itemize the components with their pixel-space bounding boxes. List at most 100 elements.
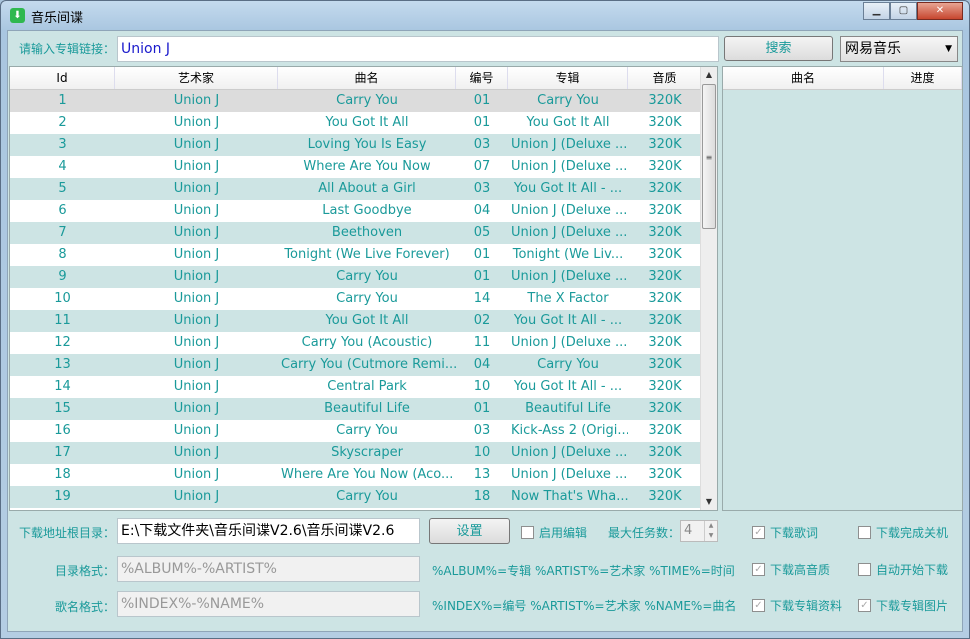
column-header-id[interactable]: Id — [10, 67, 115, 89]
table-row[interactable]: 10 Union J Carry You 14 The X Factor 320K — [10, 288, 717, 310]
option-checkbox[interactable]: ✓ 下载专辑图片 — [858, 597, 948, 614]
table-row[interactable]: 1 Union J Carry You 01 Carry You 320K — [10, 90, 717, 112]
stepper-up-icon[interactable]: ▲ — [704, 521, 717, 531]
name-format-hint: %INDEX%=编号 %ARTIST%=艺术家 %NAME%=曲名 — [432, 599, 737, 613]
cell-album: Union J (Deluxe ... — [511, 445, 628, 460]
cell-id: 19 — [54, 489, 71, 504]
cell-song: Tonight (We Live Forever) — [284, 247, 450, 262]
checkmark-icon[interactable]: ✓ — [858, 599, 871, 612]
option-checkbox[interactable]: ✓ 下载专辑资料 — [752, 597, 842, 614]
table-row[interactable]: 9 Union J Carry You 01 Union J (Deluxe ... 32… — [10, 266, 717, 288]
album-link-label: 请输入专辑链接： — [19, 42, 116, 56]
cell-artist: Union J — [173, 357, 220, 372]
cell-album: Now That's Wha... — [511, 489, 628, 504]
cell-artist: Union J — [173, 313, 220, 328]
column-header-quality[interactable]: 音质 — [628, 67, 702, 89]
cell-id: 17 — [54, 445, 71, 460]
table-row[interactable]: 3 Union J Loving You Is Easy 03 Union J (Del… — [10, 134, 717, 156]
enable-edit-label: 启用编辑 — [539, 526, 588, 540]
table-row[interactable]: 5 Union J All About a Girl 03 You Got It All… — [10, 178, 717, 200]
table-row[interactable]: 15 Union J Beautiful Life 01 Beautiful Life 3… — [10, 398, 717, 420]
cell-number: 01 — [473, 247, 491, 262]
column-header-artist[interactable]: 艺术家 — [115, 67, 278, 89]
cell-album: Union J (Deluxe ... — [511, 137, 628, 152]
cell-album: Carry You — [537, 357, 599, 372]
set-dir-button[interactable]: 设置 — [429, 518, 510, 544]
dir-input[interactable]: E:\下载文件夹\音乐间谍V2.6\音乐间谍V2.6 — [117, 518, 420, 544]
option-checkbox[interactable]: ✓ 下载高音质 — [752, 561, 830, 578]
album-link-input[interactable]: Union J — [117, 36, 719, 62]
dir-label: 下载地址根目录： — [19, 526, 116, 540]
table-row[interactable]: 16 Union J Carry You 03 Kick-Ass 2 (Origi...… — [10, 420, 717, 442]
cell-artist: Union J — [173, 379, 220, 394]
checkbox-box[interactable] — [858, 563, 871, 576]
name-format-input[interactable]: %INDEX%-%NAME% — [117, 591, 420, 617]
option-checkbox[interactable]: 自动开始下载 — [858, 561, 948, 578]
minimize-button[interactable]: ▁ — [863, 2, 890, 20]
cell-number: 01 — [473, 269, 491, 284]
max-tasks-stepper[interactable]: 4 ▲ ▼ — [680, 520, 718, 542]
cell-album: Union J (Deluxe ... — [511, 159, 628, 174]
cell-artist: Union J — [173, 467, 220, 482]
cell-number: 04 — [473, 203, 491, 218]
option-label: 下载高音质 — [770, 563, 831, 577]
column-header-number[interactable]: 编号 — [456, 67, 508, 89]
checkmark-icon[interactable]: ✓ — [752, 599, 765, 612]
table-row[interactable]: 7 Union J Beethoven 05 Union J (Deluxe ... 32… — [10, 222, 717, 244]
table-row[interactable]: 6 Union J Last Goodbye 04 Union J (Deluxe ..… — [10, 200, 717, 222]
table-row[interactable]: 19 Union J Carry You 18 Now That's Wha... 320… — [10, 486, 717, 508]
cell-artist: Union J — [173, 401, 220, 416]
table-row[interactable]: 4 Union J Where Are You Now 07 Union J (Delu… — [10, 156, 717, 178]
scroll-up-icon[interactable]: ▲ — [701, 67, 717, 83]
download-queue: 曲名 进度 — [722, 66, 963, 511]
cell-id: 14 — [54, 379, 71, 394]
source-select[interactable]: 网易音乐 ▼ — [840, 36, 958, 62]
table-row[interactable]: 14 Union J Central Park 10 You Got It All - … — [10, 376, 717, 398]
queue-header-name[interactable]: 曲名 — [723, 67, 884, 89]
table-row[interactable]: 18 Union J Where Are You Now (Aco... 13 Unio… — [10, 464, 717, 486]
cell-number: 01 — [473, 93, 491, 108]
column-header-song[interactable]: 曲名 — [278, 67, 456, 89]
option-checkbox[interactable]: ✓ 下载歌词 — [752, 524, 818, 541]
cell-song: Carry You — [336, 269, 398, 284]
checkbox-box[interactable] — [858, 526, 871, 539]
cell-song: Carry You — [336, 93, 398, 108]
stepper-down-icon[interactable]: ▼ — [704, 531, 717, 541]
checkbox-box[interactable] — [521, 526, 534, 539]
search-button[interactable]: 搜索 — [724, 36, 833, 61]
cell-song: All About a Girl — [318, 181, 416, 196]
cell-song: Central Park — [327, 379, 407, 394]
vertical-scrollbar[interactable]: ▲ ≡ ▼ — [700, 67, 717, 510]
column-header-album[interactable]: 专辑 — [508, 67, 628, 89]
table-row[interactable]: 13 Union J Carry You (Cutmore Remi... 04 Car… — [10, 354, 717, 376]
cell-album: The X Factor — [527, 291, 609, 306]
table-row[interactable]: 2 Union J You Got It All 01 You Got It All 32… — [10, 112, 717, 134]
cell-quality: 320K — [648, 423, 682, 438]
table-row[interactable]: 8 Union J Tonight (We Live Forever) 01 Tonig… — [10, 244, 717, 266]
cell-number: 10 — [473, 445, 491, 460]
cell-album: You Got It All - ... — [513, 379, 623, 394]
cell-song: You Got It All — [325, 313, 409, 328]
folder-format-input[interactable]: %ALBUM%-%ARTIST% — [117, 556, 420, 582]
cell-number: 01 — [473, 401, 491, 416]
cell-id: 12 — [54, 335, 71, 350]
checkmark-icon[interactable]: ✓ — [752, 526, 765, 539]
table-row[interactable]: 17 Union J Skyscraper 10 Union J (Deluxe ...… — [10, 442, 717, 464]
maximize-button[interactable]: ▢ — [890, 2, 917, 20]
table-row[interactable]: 11 Union J You Got It All 02 You Got It All … — [10, 310, 717, 332]
cell-album: Tonight (We Liv... — [512, 247, 624, 262]
option-label: 自动开始下载 — [876, 563, 949, 577]
cell-number: 04 — [473, 357, 491, 372]
cell-number: 07 — [473, 159, 491, 174]
scrollbar-thumb[interactable]: ≡ — [702, 84, 716, 229]
option-checkbox[interactable]: 下载完成关机 — [858, 524, 948, 541]
close-button[interactable]: ✕ — [917, 2, 963, 20]
cell-song: Carry You — [336, 489, 398, 504]
queue-header-progress[interactable]: 进度 — [884, 67, 962, 89]
enable-edit-checkbox[interactable]: 启用编辑 — [521, 524, 587, 541]
max-tasks-value: 4 — [684, 523, 693, 538]
checkmark-icon[interactable]: ✓ — [752, 563, 765, 576]
table-row[interactable]: 12 Union J Carry You (Acoustic) 11 Union J (… — [10, 332, 717, 354]
cell-artist: Union J — [173, 335, 220, 350]
scroll-down-icon[interactable]: ▼ — [701, 494, 717, 510]
